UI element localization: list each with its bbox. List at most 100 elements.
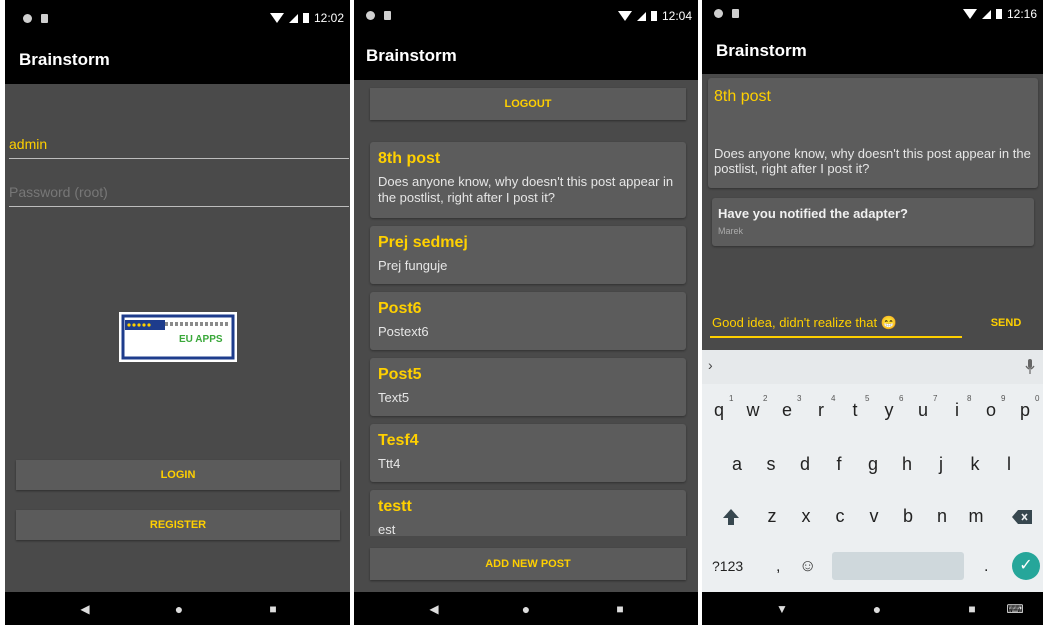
signal-icon	[288, 13, 298, 23]
key-x[interactable]: x	[795, 506, 817, 527]
key-comma[interactable]: ,	[776, 558, 780, 576]
home-icon[interactable]: ●	[522, 601, 530, 617]
key-v[interactable]: v	[863, 506, 885, 527]
post-card[interactable]: Post5 Text5	[370, 358, 686, 416]
key-j[interactable]: j	[930, 454, 952, 475]
login-button[interactable]: LOGIN	[16, 460, 340, 490]
app-bar: Brainstorm	[5, 36, 350, 84]
password-underline	[9, 206, 349, 207]
recents-icon[interactable]: ■	[616, 602, 623, 616]
key-q[interactable]: q	[708, 400, 730, 421]
app-bar: Brainstorm	[702, 28, 1043, 74]
recents-icon[interactable]: ■	[269, 602, 276, 616]
comment-input[interactable]: Good idea, didn't realize that 😁	[712, 314, 962, 336]
post-text: Postext6	[378, 324, 429, 339]
key-h[interactable]: h	[896, 454, 918, 475]
post-card[interactable]: Prej sedmej Prej funguje	[370, 226, 686, 284]
emoji-icon[interactable]: ☺	[799, 556, 816, 576]
key-a[interactable]: a	[726, 454, 748, 475]
post-card[interactable]: testt est	[370, 490, 686, 536]
post-list-content: LOGOUT 8th post Does anyone know, why do…	[354, 80, 698, 592]
key-c[interactable]: c	[829, 506, 851, 527]
app-title: Brainstorm	[716, 41, 807, 60]
login-screen: 12:02 Brainstorm admin Password (root) E…	[5, 0, 350, 625]
comment-author: Marek	[718, 226, 744, 236]
post-title: 8th post	[714, 88, 771, 105]
key-f[interactable]: f	[828, 454, 850, 475]
key-s[interactable]: s	[760, 454, 782, 475]
back-icon[interactable]: ◀	[80, 602, 89, 616]
key-n[interactable]: n	[931, 506, 953, 527]
key-hint: 6	[899, 394, 904, 403]
key-p[interactable]: p	[1014, 400, 1036, 421]
app-bar: Brainstorm	[354, 32, 698, 80]
back-down-icon[interactable]: ▼	[776, 602, 788, 616]
key-period[interactable]: .	[984, 558, 988, 576]
app-title: Brainstorm	[366, 46, 457, 65]
key-i[interactable]: i	[946, 400, 968, 421]
register-button[interactable]: REGISTER	[16, 510, 340, 540]
nav-bar: ◀ ● ■	[354, 592, 698, 625]
sd-card-icon	[41, 14, 48, 23]
wifi-icon	[962, 9, 977, 19]
post-title: Tesf4	[378, 432, 419, 449]
key-hint: 8	[967, 394, 972, 403]
post-text: Ttt4	[378, 456, 401, 471]
key-symbols[interactable]: ?123	[712, 558, 743, 574]
key-hint: 1	[729, 394, 734, 403]
key-w[interactable]: w	[742, 400, 764, 421]
check-icon[interactable]: ✓	[1012, 552, 1040, 580]
post-card[interactable]: Tesf4 Ttt4	[370, 424, 686, 482]
chevron-right-icon[interactable]: ›	[708, 357, 713, 373]
signal-icon	[636, 11, 646, 21]
post-detail-screen: 12:16 Brainstorm 8th post Does anyone kn…	[702, 0, 1043, 625]
post-text: est	[378, 522, 396, 536]
battery-icon	[302, 13, 309, 23]
key-l[interactable]: l	[998, 454, 1020, 475]
comment-text: Have you notified the adapter?	[718, 206, 908, 221]
post-text: Prej funguje	[378, 258, 448, 273]
password-placeholder: Password (root)	[9, 184, 108, 200]
notification-dot-icon	[366, 11, 375, 20]
nav-bar: ▼ ● ■ ⌨	[702, 592, 1043, 625]
backspace-icon[interactable]	[1012, 510, 1032, 524]
send-button[interactable]: SEND	[974, 308, 1038, 338]
mic-icon[interactable]	[1025, 359, 1035, 375]
keyboard-row-1: q w e r t y u i o p 1 2 3 4 5 6 7 8 9 0	[702, 388, 1043, 438]
eu-apps-logo: EU APPS	[119, 312, 237, 362]
login-content: admin Password (root) EU APPS LOGIN REGI…	[5, 84, 350, 592]
key-b[interactable]: b	[897, 506, 919, 527]
key-e[interactable]: e	[776, 400, 798, 421]
battery-icon	[650, 11, 657, 21]
key-t[interactable]: t	[844, 400, 866, 421]
key-r[interactable]: r	[810, 400, 832, 421]
key-z[interactable]: z	[761, 506, 783, 527]
app-title: Brainstorm	[19, 50, 110, 69]
username-field[interactable]: admin	[9, 136, 349, 160]
add-new-post-button[interactable]: ADD NEW POST	[370, 548, 686, 580]
signal-icon	[981, 9, 991, 19]
nav-bar: ◀ ● ■	[5, 592, 350, 625]
status-time: 12:04	[661, 9, 692, 23]
key-o[interactable]: o	[980, 400, 1002, 421]
password-field[interactable]: Password (root)	[9, 184, 349, 208]
spacebar[interactable]	[832, 552, 964, 580]
post-card[interactable]: Post6 Postext6	[370, 292, 686, 350]
home-icon[interactable]: ●	[175, 601, 183, 617]
key-hint: 7	[933, 394, 938, 403]
key-u[interactable]: u	[912, 400, 934, 421]
logout-button[interactable]: LOGOUT	[370, 88, 686, 120]
keyboard-icon[interactable]: ⌨	[1006, 602, 1023, 616]
home-icon[interactable]: ●	[873, 601, 881, 617]
key-hint: 2	[763, 394, 768, 403]
back-icon[interactable]: ◀	[429, 602, 438, 616]
recents-icon[interactable]: ■	[968, 602, 975, 616]
key-d[interactable]: d	[794, 454, 816, 475]
shift-icon[interactable]	[722, 508, 740, 526]
key-g[interactable]: g	[862, 454, 884, 475]
status-bar: 12:04	[354, 0, 698, 32]
post-card[interactable]: 8th post Does anyone know, why doesn't t…	[370, 142, 686, 218]
key-m[interactable]: m	[965, 506, 987, 527]
key-k[interactable]: k	[964, 454, 986, 475]
key-y[interactable]: y	[878, 400, 900, 421]
